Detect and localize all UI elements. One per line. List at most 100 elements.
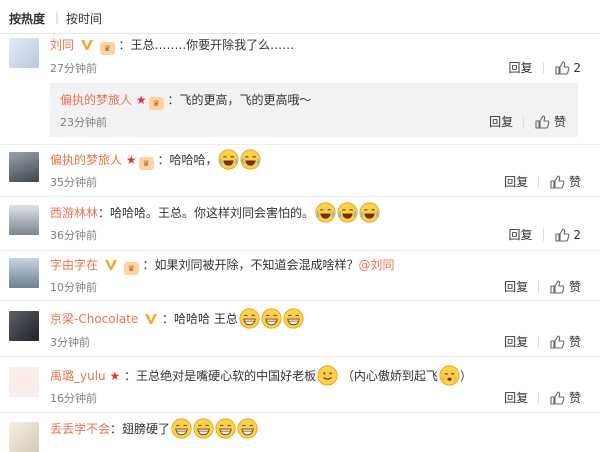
thumb-up-icon[interactable] [549, 334, 565, 350]
avatar[interactable] [9, 311, 39, 341]
divider [538, 175, 540, 188]
laugh-cry-emoji-icon [240, 149, 261, 170]
like-count[interactable]: 赞 [569, 278, 581, 295]
laugh-cry-emoji-icon [315, 202, 336, 223]
thumb-up-icon[interactable] [554, 227, 570, 243]
like-count[interactable]: 2 [573, 228, 581, 242]
comment-body: 京梁-Chocolate ：哈哈哈 王总 [50, 308, 590, 329]
comment-text: ：哈哈哈， [157, 153, 218, 167]
comment-actions: 回复 赞 [504, 173, 581, 190]
thumb-up-icon[interactable] [534, 114, 550, 130]
star-badge-icon: ★ [109, 369, 121, 383]
vip-badge-icon: ♛ [99, 42, 115, 55]
grin-emoji-icon [283, 308, 304, 329]
like-count[interactable]: 2 [573, 61, 581, 75]
reply-button[interactable]: 回复 [504, 333, 528, 350]
star-badge-icon: ★ [125, 153, 137, 167]
username[interactable]: 偏执的梦旅人 [60, 93, 132, 107]
comment-text: ：王总……..你要开除我了么…… [118, 38, 295, 52]
username[interactable]: 西游林林 [50, 206, 98, 220]
vip-badge-icon: ♛ [138, 157, 154, 170]
sort-separator: | [55, 10, 60, 24]
comment-time: 3分钟前 [50, 336, 90, 349]
like-count[interactable]: 赞 [569, 333, 581, 350]
divider [523, 115, 525, 128]
username[interactable]: 京梁-Chocolate [50, 312, 138, 326]
comment-item: 偏执的梦旅人 ★ ♛ ：哈哈哈， 35分钟前 回复 赞 [0, 144, 600, 197]
comment-text: ：如果刘同被开除，不知道会混成啥样？ [142, 258, 359, 272]
avatar[interactable] [9, 422, 39, 452]
reply-time: 23分钟前 [60, 116, 107, 129]
comment-actions: 回复 2 [509, 226, 581, 243]
shy-emoji-icon [439, 365, 460, 386]
like-count[interactable]: 赞 [554, 113, 566, 130]
sort-by-time-tab[interactable]: 按时间 [66, 10, 102, 27]
comment-actions: 回复 赞 [504, 278, 581, 295]
divider [538, 335, 540, 348]
comment-body: 偏执的梦旅人 ★ ♛ ：哈哈哈， [50, 149, 590, 170]
mention-link[interactable]: @刘同 [359, 258, 395, 272]
avatar[interactable] [9, 258, 39, 288]
reply-button[interactable]: 回复 [489, 113, 513, 130]
username[interactable]: 字由字在 [50, 258, 98, 272]
smile-emoji-icon [317, 365, 338, 386]
comment-body: 西游林林：哈哈哈。王总。你这样刘同会害怕的。 [50, 202, 590, 223]
grin-emoji-icon [237, 418, 258, 439]
avatar[interactable] [9, 205, 39, 235]
comment-time: 27分钟前 [50, 62, 97, 75]
comment-time: 35分钟前 [50, 176, 97, 189]
thumb-up-icon[interactable] [549, 279, 565, 295]
comment-body: 丢丢学不会：翅膀硬了 [50, 418, 590, 439]
grin-emoji-icon [261, 308, 282, 329]
comment-item: 京梁-Chocolate ：哈哈哈 王总 3分钟前 回复 赞 [0, 300, 600, 357]
laugh-cry-emoji-icon [218, 149, 239, 170]
verified-v-icon [104, 259, 118, 271]
sort-bar: 按热度 | 按时间 [0, 0, 600, 34]
comment-text: ：翅膀硬了 [110, 422, 171, 436]
comment-time: 36分钟前 [50, 229, 97, 242]
username[interactable]: 刘同 [50, 38, 74, 52]
comment-actions: 回复 赞 [504, 389, 581, 406]
avatar[interactable] [9, 152, 39, 182]
username[interactable]: 禹璐_yulu [50, 369, 106, 383]
verified-v-icon [144, 313, 158, 325]
reply-button[interactable]: 回复 [509, 59, 533, 76]
reply-button[interactable]: 回复 [504, 389, 528, 406]
comment-time: 10分钟前 [50, 281, 97, 294]
thumb-up-icon[interactable] [549, 390, 565, 406]
divider [538, 280, 540, 293]
comment-text: ：王总绝对是嘴硬心软的中国好老板 [124, 369, 317, 383]
grin-emoji-icon [171, 418, 192, 439]
grin-emoji-icon [239, 308, 260, 329]
like-count[interactable]: 赞 [569, 389, 581, 406]
comment-body: 字由字在 ♛ ：如果刘同被开除，不知道会混成啥样？@刘同 [50, 256, 590, 275]
reply-actions: 回复 赞 [489, 113, 566, 130]
like-count[interactable]: 赞 [569, 173, 581, 190]
thumb-up-icon[interactable] [549, 174, 565, 190]
comment-text: ：哈哈哈 王总 [162, 312, 238, 326]
thumb-up-icon[interactable] [554, 60, 570, 76]
comment-time: 16分钟前 [50, 392, 97, 405]
comment-body: 禹璐_yulu ★ ：王总绝对是嘴硬心软的中国好老板 （内心傲娇到起飞 ） [50, 365, 590, 386]
comment-text: ：哈哈哈。王总。你这样刘同会害怕的。 [98, 206, 315, 220]
avatar[interactable] [9, 367, 39, 397]
comment-actions: 回复 2 [509, 59, 581, 76]
comment-item: 丢丢学不会：翅膀硬了 [0, 412, 600, 452]
comment-item: 字由字在 ♛ ：如果刘同被开除，不知道会混成啥样？@刘同 10分钟前 回复 赞 [0, 250, 600, 301]
star-badge-icon: ★ [135, 93, 147, 107]
vip-badge-icon: ♛ [123, 262, 139, 275]
comment-item: 西游林林：哈哈哈。王总。你这样刘同会害怕的。 36分钟前 回复 2 [0, 196, 600, 251]
sort-by-hot-tab[interactable]: 按热度 [9, 10, 45, 27]
username[interactable]: 丢丢学不会 [50, 422, 110, 436]
username[interactable]: 偏执的梦旅人 [50, 153, 122, 167]
reply-button[interactable]: 回复 [509, 226, 533, 243]
divider [538, 391, 540, 404]
comment-body: 刘同 ♛ ：王总……..你要开除我了么…… [50, 36, 590, 55]
vip-badge-icon: ♛ [148, 97, 164, 110]
divider [542, 61, 544, 74]
avatar[interactable] [9, 38, 39, 68]
reply-button[interactable]: 回复 [504, 278, 528, 295]
reply-button[interactable]: 回复 [504, 173, 528, 190]
nested-reply: 偏执的梦旅人 ★ ♛ ：飞的更高，飞的更高哦～ 23分钟前 回复 赞 [50, 83, 578, 137]
grin-emoji-icon [193, 418, 214, 439]
